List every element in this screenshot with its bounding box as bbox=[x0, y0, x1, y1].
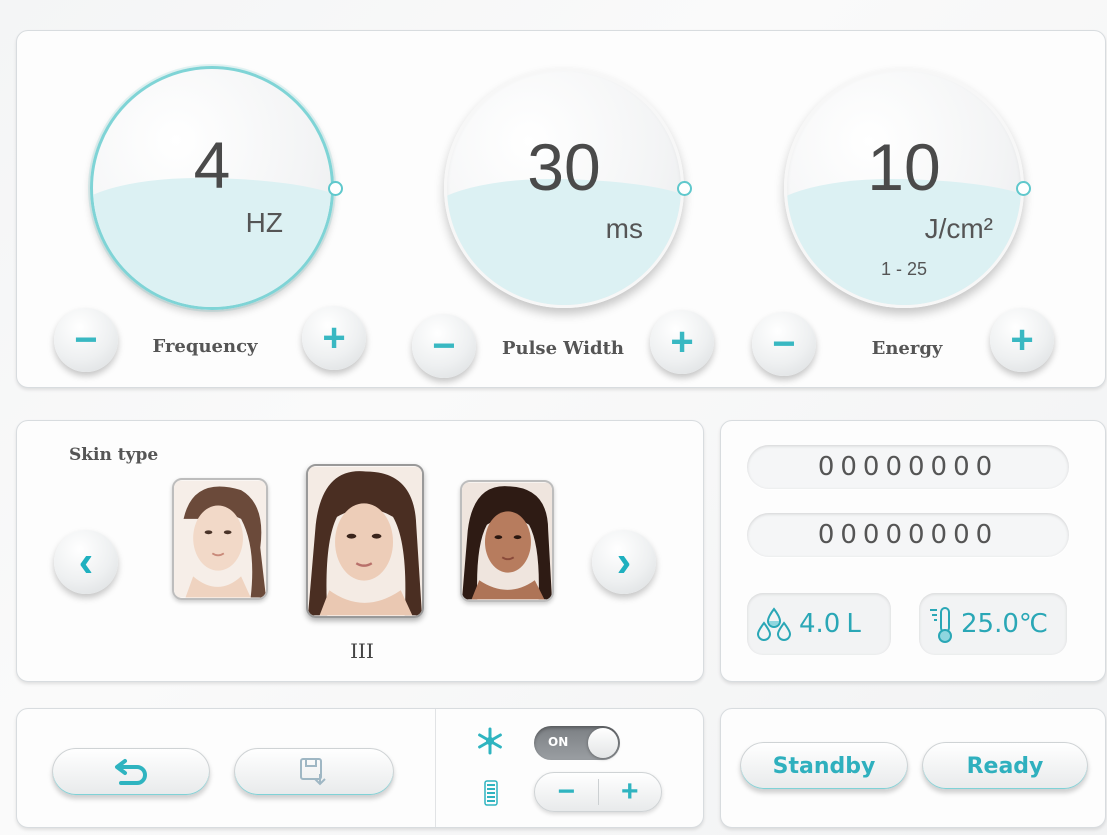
water-level-display: 4.0 L bbox=[747, 593, 891, 655]
energy-plus-button[interactable]: + bbox=[990, 308, 1054, 372]
status-panel: 00000000 00000000 4.0 L 25.0℃ bbox=[720, 420, 1106, 682]
chevron-right-icon: › bbox=[616, 537, 632, 586]
level-bars-icon bbox=[484, 780, 498, 806]
cooling-toggle-label: ON bbox=[548, 735, 569, 749]
frequency-dial[interactable]: 4 HZ bbox=[90, 66, 334, 310]
frequency-label: Frequency bbox=[152, 336, 258, 357]
face-light-image bbox=[174, 480, 266, 598]
skin-type-title: Skin type bbox=[69, 445, 159, 465]
skin-type-option-medium[interactable] bbox=[306, 464, 424, 618]
level-minus-button[interactable]: − bbox=[535, 773, 598, 811]
cooling-toggle[interactable]: ON bbox=[534, 726, 620, 760]
energy-slider-knob[interactable] bbox=[1016, 181, 1031, 196]
energy-minus-button[interactable]: − bbox=[752, 312, 816, 376]
pulse-width-minus-button[interactable]: − bbox=[412, 314, 476, 378]
energy-dial[interactable]: 10 J/cm² 1 - 25 bbox=[784, 68, 1024, 308]
face-dark-image bbox=[462, 482, 552, 600]
pulse-width-value: 30 bbox=[527, 130, 601, 204]
skin-type-value: III bbox=[350, 639, 374, 663]
back-button[interactable] bbox=[52, 748, 210, 796]
shot-counter-total: 00000000 bbox=[747, 445, 1069, 489]
energy-value: 10 bbox=[867, 130, 941, 204]
pulse-width-dial[interactable]: 30 ms bbox=[444, 68, 684, 308]
snowflake-icon bbox=[476, 727, 504, 755]
frequency-slider-knob[interactable] bbox=[328, 181, 343, 196]
chevron-left-icon: ‹ bbox=[78, 537, 94, 586]
frequency-value: 4 bbox=[193, 128, 231, 202]
level-stepper: − + bbox=[534, 772, 662, 812]
frequency-plus-button[interactable]: + bbox=[302, 306, 366, 370]
frequency-minus-button[interactable]: − bbox=[54, 308, 118, 372]
save-button[interactable] bbox=[234, 748, 394, 796]
energy-range: 1 - 25 bbox=[880, 259, 928, 279]
pulse-width-slider-knob[interactable] bbox=[677, 181, 692, 196]
panel-divider bbox=[435, 709, 436, 827]
temperature-value: 25.0℃ bbox=[961, 609, 1049, 639]
thermometer-icon bbox=[930, 607, 952, 643]
skin-type-option-light[interactable] bbox=[172, 478, 268, 600]
energy-label: Energy bbox=[871, 338, 943, 359]
skin-type-option-dark[interactable] bbox=[460, 480, 554, 602]
water-level-unit: L bbox=[846, 609, 861, 639]
shot-counter-session: 00000000 bbox=[747, 513, 1069, 557]
temperature-display: 25.0℃ bbox=[919, 593, 1067, 655]
face-medium-image bbox=[308, 466, 422, 616]
skin-next-button[interactable]: › bbox=[592, 530, 656, 594]
standby-button[interactable]: Standby bbox=[740, 742, 908, 790]
pulse-width-unit: ms bbox=[605, 213, 643, 244]
pulse-width-plus-button[interactable]: + bbox=[650, 310, 714, 374]
save-disk-icon bbox=[300, 758, 326, 786]
skin-prev-button[interactable]: ‹ bbox=[54, 530, 118, 594]
water-drops-icon bbox=[756, 607, 792, 641]
toggle-thumb bbox=[588, 728, 618, 758]
ready-button[interactable]: Ready bbox=[922, 742, 1088, 790]
frequency-unit: HZ bbox=[245, 207, 283, 238]
pulse-width-label: Pulse Width bbox=[501, 338, 625, 359]
undo-arrow-icon bbox=[115, 759, 147, 785]
energy-unit: J/cm² bbox=[924, 213, 993, 244]
water-level-value: 4.0 bbox=[799, 609, 841, 639]
level-plus-button[interactable]: + bbox=[599, 773, 662, 811]
